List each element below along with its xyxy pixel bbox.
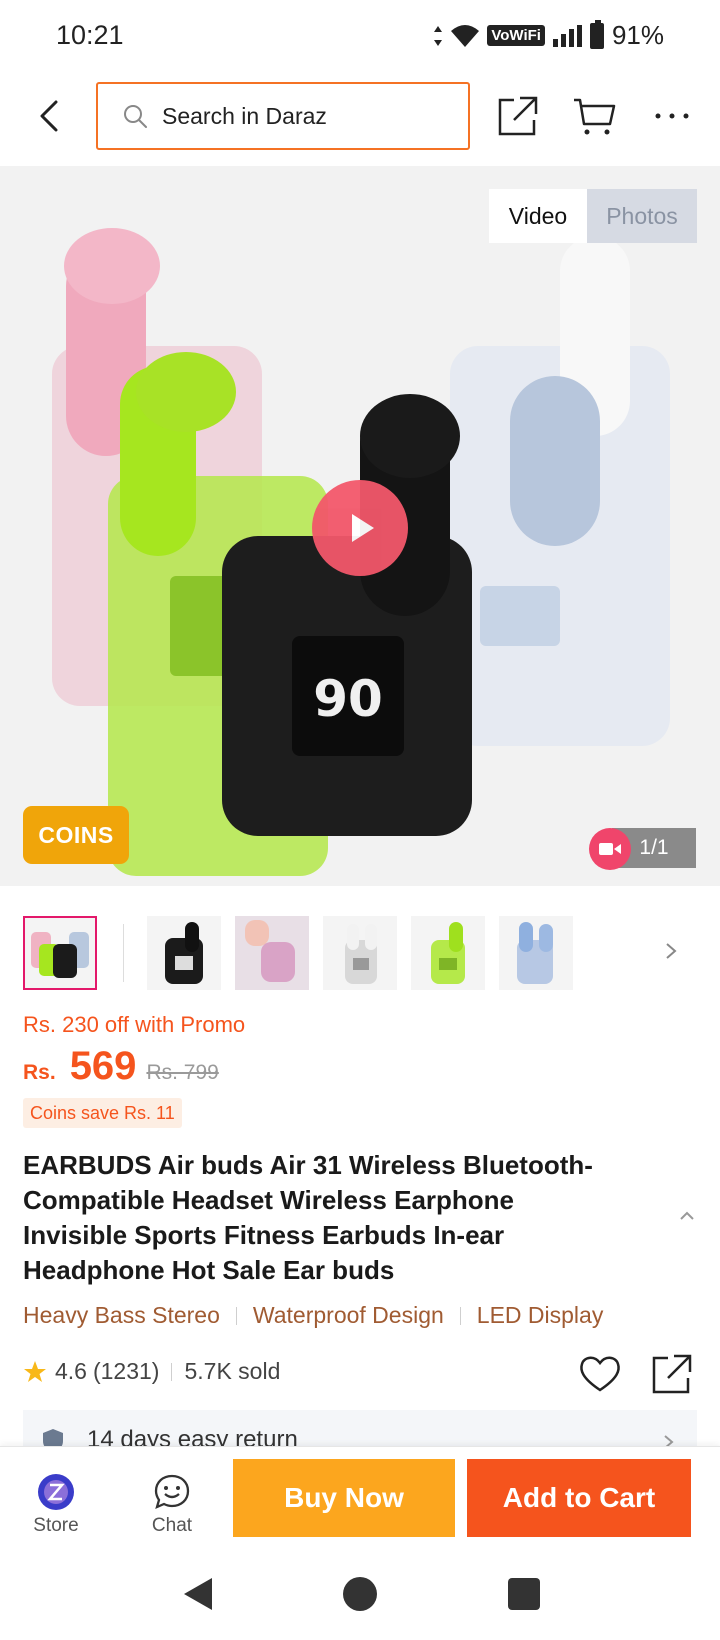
- promo-text: Rs. 230 off with Promo: [23, 1012, 246, 1037]
- thumbnail-strip: [23, 914, 703, 990]
- status-bar: 10:21 VoWiFi 91%: [0, 0, 720, 72]
- chat-label: Chat: [151, 1515, 193, 1536]
- chevron-right-icon[interactable]: [659, 936, 683, 966]
- original-price: Rs. 799: [146, 1061, 219, 1084]
- shield-icon: [43, 1429, 63, 1446]
- store-icon: [38, 1474, 74, 1510]
- bottom-action-bar: Store Chat Buy Now Add to Cart: [0, 1446, 720, 1546]
- star-icon: [24, 1360, 46, 1382]
- rating-count: (1231): [92, 1358, 160, 1384]
- wifi-icon: [451, 24, 480, 47]
- thumbnail-item[interactable]: [323, 916, 397, 990]
- thumbnail-item[interactable]: [23, 916, 97, 990]
- nav-back-icon[interactable]: [178, 1574, 218, 1614]
- sold-count: 5.7K sold: [184, 1358, 281, 1384]
- feature-tags: Heavy Bass Stereo Waterproof Design LED …: [23, 1302, 603, 1329]
- top-bar: Search in Daraz: [0, 72, 720, 164]
- more-options-icon[interactable]: [648, 92, 696, 140]
- video-camera-icon[interactable]: [589, 828, 631, 870]
- search-input[interactable]: Search in Daraz: [96, 82, 470, 150]
- current-price: 569: [69, 1044, 137, 1088]
- data-arrows-icon: [434, 25, 443, 46]
- feature-divider: [235, 1306, 237, 1325]
- media-tabs: Video Photos: [489, 189, 697, 243]
- return-policy-row[interactable]: 14 days easy return: [23, 1410, 697, 1446]
- price-row: Rs. 569 Rs. 799: [23, 1044, 219, 1089]
- nav-home-icon[interactable]: [340, 1574, 380, 1614]
- tab-photos[interactable]: Photos: [587, 189, 697, 243]
- back-arrow-icon[interactable]: [28, 94, 72, 138]
- store-button[interactable]: Store: [16, 1473, 96, 1537]
- feature-tag: LED Display: [476, 1302, 604, 1328]
- system-nav-bar: [0, 1546, 720, 1640]
- thumbnail-item[interactable]: [411, 916, 485, 990]
- thumbnail-item[interactable]: [235, 916, 309, 990]
- case-display-readout: 90: [313, 670, 383, 728]
- battery-icon: [589, 19, 604, 49]
- play-icon: [352, 514, 374, 542]
- add-to-cart-button[interactable]: Add to Cart: [467, 1459, 691, 1537]
- thumbnail-item[interactable]: [499, 916, 573, 990]
- rating-divider: [171, 1362, 173, 1381]
- tab-video[interactable]: Video: [489, 189, 587, 243]
- feature-tag: Heavy Bass Stereo: [23, 1302, 220, 1328]
- rating-row[interactable]: 4.6 (1231) 5.7K sold: [23, 1358, 280, 1385]
- chevron-right-icon: [664, 1435, 674, 1446]
- feature-divider: [459, 1306, 461, 1325]
- heart-icon[interactable]: [578, 1352, 622, 1394]
- chevron-up-icon[interactable]: [676, 1208, 698, 1224]
- buy-now-button[interactable]: Buy Now: [233, 1459, 455, 1537]
- share-icon[interactable]: [494, 92, 542, 140]
- play-video-button[interactable]: [312, 480, 408, 576]
- cart-icon[interactable]: [570, 92, 618, 140]
- product-gallery[interactable]: 90 Video Photos COINS 1/1: [0, 166, 720, 886]
- share-icon[interactable]: [650, 1352, 694, 1396]
- thumbnail-divider: [123, 924, 124, 982]
- return-policy-text: 14 days easy return: [87, 1426, 298, 1446]
- thumbnail-item[interactable]: [147, 916, 221, 990]
- rating-value: 4.6: [55, 1358, 87, 1384]
- search-placeholder: Search in Daraz: [162, 102, 327, 129]
- coins-save-badge: Coins save Rs. 11: [23, 1098, 182, 1128]
- chat-icon: [154, 1474, 190, 1510]
- nav-recents-icon[interactable]: [504, 1574, 544, 1614]
- status-time: 10:21: [56, 20, 124, 50]
- store-label: Store: [33, 1515, 79, 1536]
- product-title: EARBUDS Air buds Air 31 Wireless Bluetoo…: [23, 1150, 593, 1285]
- search-icon: [124, 105, 147, 128]
- coins-badge: COINS: [23, 806, 129, 864]
- signal-icon: [552, 24, 582, 47]
- price-currency: Rs.: [23, 1061, 56, 1084]
- battery-level: 91%: [611, 20, 664, 50]
- chat-button[interactable]: Chat: [132, 1473, 212, 1537]
- status-indicators: VoWiFi 91%: [433, 19, 664, 51]
- vowifi-badge: VoWiFi: [487, 25, 545, 46]
- feature-tag: Waterproof Design: [252, 1302, 444, 1328]
